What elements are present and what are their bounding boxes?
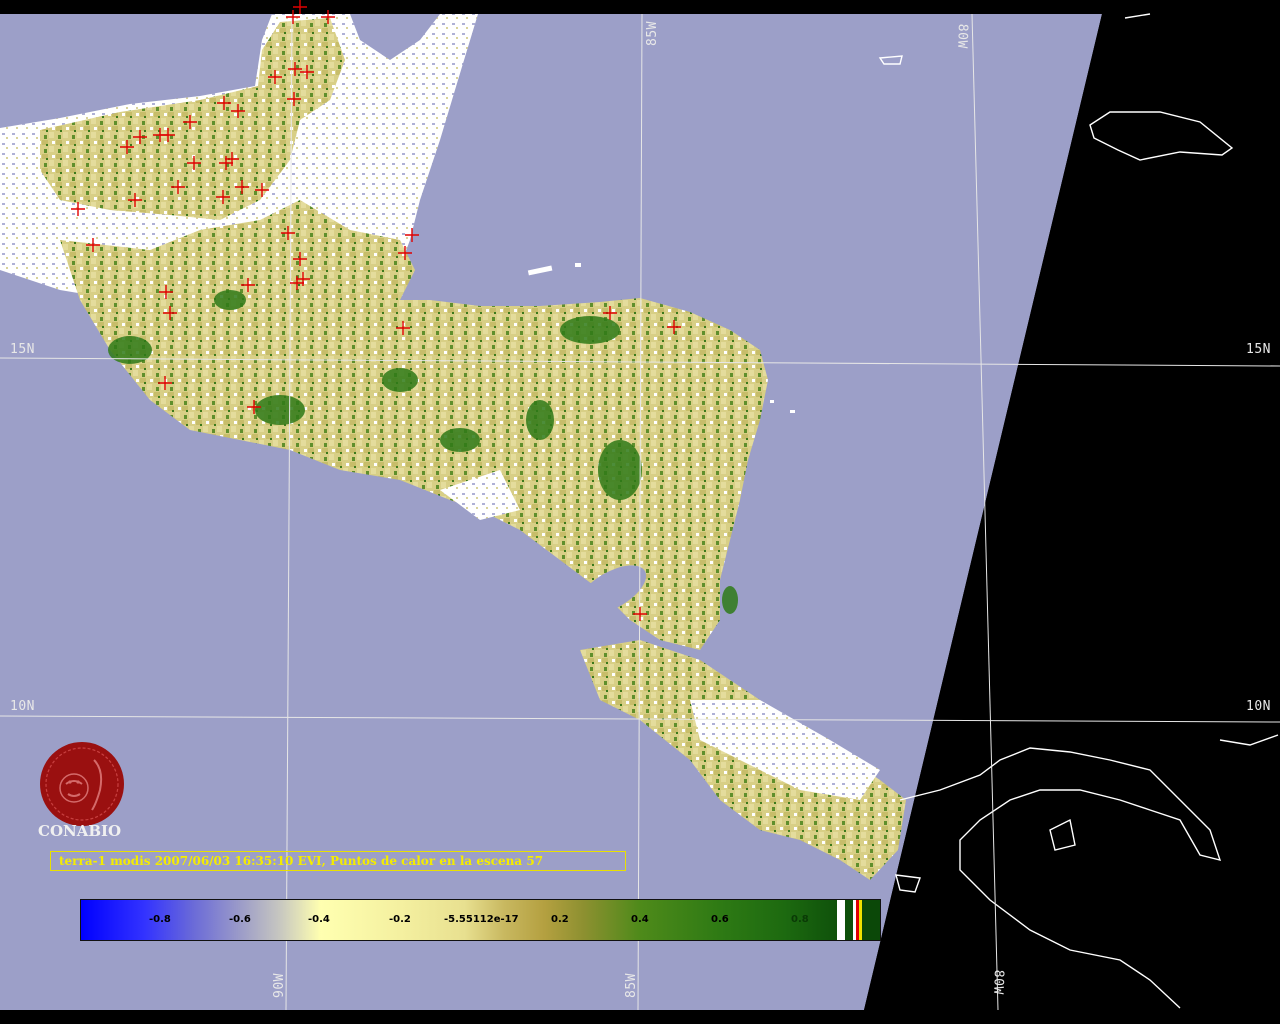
colorbar-tick: 0.6	[711, 914, 729, 925]
colorbar-tick: 0.2	[551, 914, 569, 925]
colorbar-tick: -0.8	[149, 914, 171, 925]
lat-label-10n-left: 10N	[10, 699, 35, 714]
lon-label-90w-bottom: 90W	[272, 973, 287, 998]
lon-label-85w-bottom: 85W	[624, 973, 639, 998]
scene-caption: terra-1 modis 2007/06/03 16:35:10 EVI, P…	[50, 851, 626, 871]
colorbar-tick: -0.4	[308, 914, 330, 925]
colorbar-end-swatch	[862, 900, 880, 940]
colorbar-gap-swatch	[845, 900, 853, 940]
colorbar-tick: 0.4	[631, 914, 649, 925]
lat-label-15n-right: 15N	[1246, 342, 1271, 357]
top-border	[0, 0, 1280, 14]
colorbar-tick: -5.55112e-17	[444, 914, 519, 925]
lat-label-15n-left: 15N	[10, 342, 35, 357]
conabio-logo-text: CONABIO	[38, 822, 122, 840]
bottom-border	[0, 1010, 1280, 1024]
colorbar-tick: -0.6	[229, 914, 251, 925]
lat-label-10n-right: 10N	[1246, 699, 1271, 714]
lon-label-85w-top: 85W	[645, 21, 660, 46]
colorbar-tick: -0.2	[389, 914, 411, 925]
colorbar-tick: 0.8	[791, 914, 809, 925]
colorbar-cloud-swatch	[837, 900, 845, 940]
lon-label-80w-bottom: 80W	[990, 969, 1006, 995]
evi-colorbar: -0.8 -0.6 -0.4 -0.2 -5.55112e-17 0.2 0.4…	[80, 899, 881, 941]
lon-label-80w-top: 80W	[954, 23, 970, 49]
